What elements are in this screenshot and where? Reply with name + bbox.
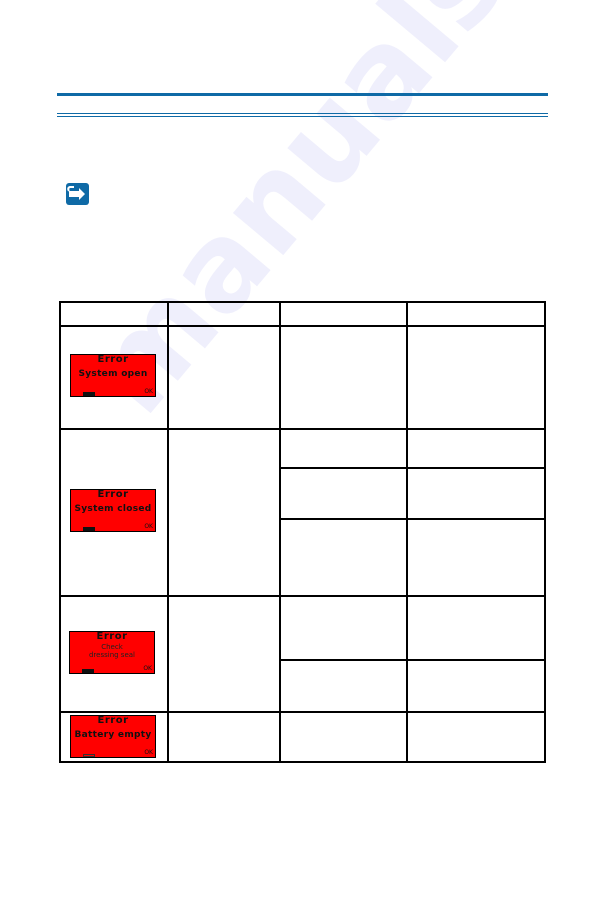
lcd-title: Error [97,354,129,365]
lcd-screen-system-closed: Error System closed OK [70,489,156,532]
battery-full-icon [83,392,95,396]
col-divider-2 [279,303,281,761]
lcd-title: Error [96,631,128,642]
row-divider-2 [61,595,544,597]
lcd-title: Error [97,489,129,500]
subrow-divider-2a [279,467,544,469]
ok-button-icon: OK [144,749,153,756]
lcd-message: Battery empty [74,730,152,740]
lcd-screen-battery-empty: Error Battery empty OK [70,715,156,758]
battery-empty-icon [83,754,95,757]
battery-full-icon [82,669,94,673]
row-divider-3 [61,711,544,713]
subrow-divider-2b [279,518,544,520]
ok-button-icon: OK [143,665,152,672]
troubleshooting-table: Error System open OK Error System closed… [59,301,546,763]
battery-full-icon [83,527,95,531]
arrow-right-note-icon [66,183,89,205]
ok-button-icon: OK [144,388,153,395]
lcd-title: Error [97,715,129,726]
lcd-message-line-2: dressing seal [88,651,135,659]
lcd-screen-check-dressing-seal: Error Check dressing seal OK [69,631,155,674]
lcd-message: System open [78,369,148,379]
row-divider-1 [61,428,544,430]
header-divider [61,325,544,327]
header-rule-double-bottom [57,115,548,117]
subrow-divider-3a [279,659,544,661]
lcd-message-line-1: Check [101,643,123,651]
lcd-message: Check dressing seal [70,643,154,659]
ok-button-icon: OK [144,523,153,530]
header-rule-thick [57,93,548,96]
lcd-message: System closed [74,504,152,514]
header-rule-double-top [57,113,548,114]
lcd-screen-system-open: Error System open OK [70,354,156,397]
col-divider-1 [167,303,169,761]
col-divider-3 [406,303,408,761]
